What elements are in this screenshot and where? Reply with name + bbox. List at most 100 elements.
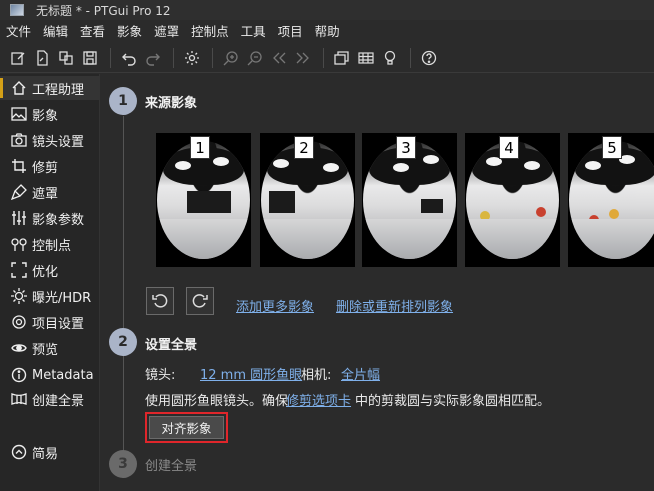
step-title-create-panorama: 创建全景	[145, 459, 198, 474]
step-title-setup-panorama: 设置全景	[145, 338, 198, 353]
window-title: 无标题 * - PTGui Pro 12	[36, 3, 171, 18]
crop-icon	[10, 158, 28, 174]
step-forward-icon[interactable]	[293, 48, 313, 68]
sidebar-item-label: 创建全景	[32, 393, 85, 409]
step-back-icon[interactable]	[269, 48, 289, 68]
sidebar-item-label: 控制点	[32, 238, 72, 254]
sidebar: 工程助理 影象 镜头设置 修剪 遮罩 影象参数 控制点 优化 曝光/HDR 项目…	[0, 74, 100, 491]
panorama-create-icon	[10, 391, 28, 407]
sidebar-item-control-points[interactable]: 控制点	[0, 232, 100, 256]
menu-mask[interactable]: 遮罩	[154, 21, 179, 40]
add-more-images-link[interactable]: 添加更多影象	[236, 296, 314, 315]
toolbar-divider	[323, 47, 324, 68]
thumbnail-number: 3	[396, 136, 416, 159]
sidebar-item-exposure-hdr[interactable]: 曝光/HDR	[0, 284, 100, 308]
rotate-right-button[interactable]	[186, 287, 214, 315]
lightbulb-icon[interactable]	[380, 48, 400, 68]
menu-project[interactable]: 项目	[278, 21, 303, 40]
sidebar-item-preview[interactable]: 预览	[0, 336, 100, 360]
camera-icon	[10, 132, 28, 148]
step-title-source-images: 来源影象	[145, 96, 198, 111]
sidebar-item-label: 预览	[32, 342, 59, 358]
toolbar-divider	[173, 47, 174, 68]
menu-edit[interactable]: 编辑	[43, 21, 68, 40]
redo-icon[interactable]	[143, 48, 163, 68]
image-thumbnail[interactable]: 3	[362, 133, 457, 267]
collapse-chevron-icon	[10, 444, 28, 460]
thumbnail-number: 4	[499, 136, 519, 159]
help-icon[interactable]	[419, 48, 439, 68]
menu-view[interactable]: 查看	[80, 21, 105, 40]
align-button-highlight: 对齐影象	[145, 412, 228, 443]
rotate-left-icon	[152, 294, 168, 308]
thumbnail-number: 5	[602, 136, 622, 159]
menu-bar: 文件 编辑 查看 影象 遮罩 控制点 工具 项目 帮助	[0, 20, 654, 40]
image-thumbnail[interactable]: 5	[568, 133, 654, 267]
lens-label: 镜头:	[145, 368, 176, 383]
camera-label: 相机:	[301, 368, 332, 383]
undo-icon[interactable]	[119, 48, 139, 68]
remove-reorder-images-link[interactable]: 删除或重新排列影象	[336, 296, 453, 315]
home-icon	[10, 80, 28, 96]
sidebar-item-label: 影象	[32, 108, 59, 124]
title-bar: 无标题 * - PTGui Pro 12	[0, 0, 654, 20]
open-recent-icon[interactable]	[56, 48, 76, 68]
sidebar-item-label: 简易	[32, 446, 59, 462]
sidebar-item-label: 影象参数	[32, 212, 85, 228]
sidebar-item-label: 遮罩	[32, 186, 59, 202]
zoom-out-icon[interactable]	[245, 48, 265, 68]
sliders-icon	[10, 210, 28, 226]
step-connector	[123, 116, 124, 328]
step-number-badge: 3	[109, 450, 137, 478]
crop-tab-link[interactable]: 修剪选项卡	[286, 390, 351, 409]
sidebar-item-project-settings[interactable]: 项目设置	[0, 310, 100, 334]
project-assistant-panel: 1 来源影象 1 2 3 4 5 添加更多影象 删除或重新排列影象 2 设置全景…	[101, 74, 654, 491]
image-thumbnail[interactable]: 2	[260, 133, 355, 267]
sidebar-item-label: 镜头设置	[32, 134, 85, 150]
image-thumbnail[interactable]: 4	[465, 133, 560, 267]
sidebar-item-create-panorama[interactable]: 创建全景	[0, 387, 100, 411]
image-thumbnail[interactable]: 1	[156, 133, 251, 267]
exposure-icon	[10, 288, 28, 304]
sidebar-item-images[interactable]: 影象	[0, 102, 100, 126]
step-connector	[123, 356, 124, 456]
sidebar-item-label: 优化	[32, 264, 59, 280]
sidebar-item-optimize[interactable]: 优化	[0, 258, 100, 282]
step-number-badge: 2	[109, 328, 137, 356]
lens-value-link[interactable]: 12 mm 圆形鱼眼	[200, 364, 302, 383]
sidebar-item-lens-settings[interactable]: 镜头设置	[0, 128, 100, 152]
zoom-in-icon[interactable]	[221, 48, 241, 68]
sidebar-item-metadata[interactable]: Metadata	[0, 363, 100, 387]
toolbar	[0, 43, 654, 73]
rotate-left-button[interactable]	[146, 287, 174, 315]
mask-brush-icon	[10, 184, 28, 200]
control-points-icon	[10, 236, 28, 252]
menu-tools[interactable]: 工具	[241, 21, 266, 40]
panorama-editor-icon[interactable]	[332, 48, 352, 68]
save-icon[interactable]	[80, 48, 100, 68]
new-project-icon[interactable]	[8, 48, 28, 68]
eye-icon	[10, 340, 28, 356]
optimize-icon	[10, 262, 28, 278]
menu-images[interactable]: 影象	[117, 21, 142, 40]
align-images-button[interactable]: 对齐影象	[149, 416, 224, 439]
sidebar-item-mask[interactable]: 遮罩	[0, 180, 100, 204]
menu-file[interactable]: 文件	[6, 21, 31, 40]
rotate-right-icon	[192, 294, 208, 308]
settings-gear-icon[interactable]	[182, 48, 202, 68]
sidebar-item-label: Metadata	[32, 367, 94, 383]
app-logo-icon	[10, 4, 24, 16]
sidebar-item-crop[interactable]: 修剪	[0, 154, 100, 178]
sidebar-simple-mode-toggle[interactable]: 简易	[0, 440, 100, 464]
table-icon[interactable]	[356, 48, 376, 68]
sidebar-item-project-assistant[interactable]: 工程助理	[0, 76, 100, 100]
menu-help[interactable]: 帮助	[315, 21, 340, 40]
open-project-icon[interactable]	[32, 48, 52, 68]
sidebar-item-label: 修剪	[32, 160, 59, 176]
sidebar-item-image-parameters[interactable]: 影象参数	[0, 206, 100, 230]
fisheye-instruction-text: 使用圆形鱼眼镜头。确保	[145, 394, 289, 409]
camera-value-link[interactable]: 全片幅	[341, 364, 380, 383]
menu-control-points[interactable]: 控制点	[191, 21, 229, 40]
toolbar-divider	[110, 47, 111, 68]
image-icon	[10, 106, 28, 122]
